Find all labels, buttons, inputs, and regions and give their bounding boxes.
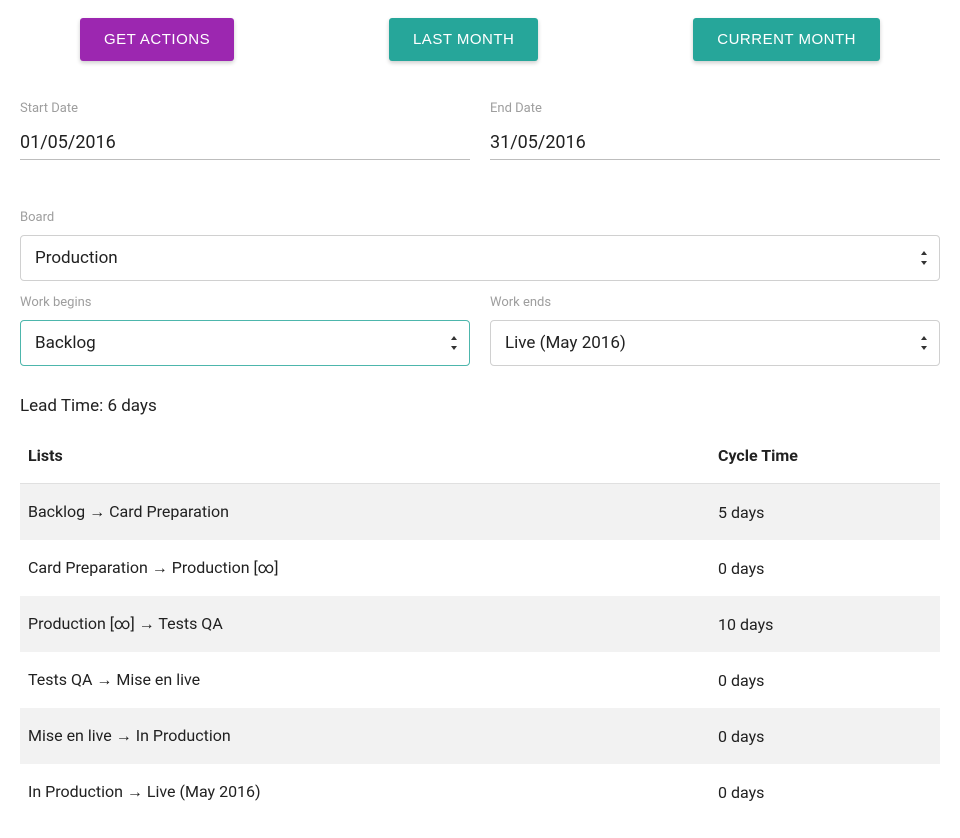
table-row: Production [∞] → Tests QA10 days [20,596,940,652]
work-range-row: Work begins Backlog Work ends Live (May … [20,295,940,366]
board-label: Board [20,210,940,225]
end-date-label: End Date [490,101,940,116]
work-ends-select[interactable]: Live (May 2016) [490,320,940,366]
board-select-value: Production [35,248,925,268]
table-row: Backlog → Card Preparation5 days [20,484,940,541]
work-ends-value: Live (May 2016) [505,333,925,353]
lists-cell: Tests QA → Mise en live [20,652,710,708]
table-row: Tests QA → Mise en live0 days [20,652,940,708]
list-to: Live (May 2016) [147,782,261,801]
arrow-icon: → [135,614,159,633]
lists-cell: Backlog → Card Preparation [20,484,710,541]
arrow-icon: → [112,726,136,745]
cycle-time-cell: 0 days [710,708,940,764]
table-header-lists: Lists [20,434,710,484]
work-ends-field: Work ends Live (May 2016) [490,295,940,366]
table-header-cycle-time: Cycle Time [710,434,940,484]
lists-cell: Card Preparation → Production [∞] [20,540,710,596]
list-from: Card Preparation [28,558,148,577]
list-to: Production [∞] [172,558,279,577]
lead-time-label: Lead Time: [20,396,107,416]
work-begins-select[interactable]: Backlog [20,320,470,366]
list-to: Mise en live [116,670,200,689]
list-from: Production [∞] [28,614,135,633]
table-row: Card Preparation → Production [∞]0 days [20,540,940,596]
list-from: Mise en live [28,726,112,745]
arrow-icon: → [92,670,116,689]
cycle-time-cell: 5 days [710,484,940,541]
end-date-input[interactable] [490,126,940,160]
lead-time: Lead Time: 6 days [20,396,940,416]
list-from: Tests QA [28,670,92,689]
cycle-time-cell: 0 days [710,652,940,708]
table-row: Mise en live → In Production0 days [20,708,940,764]
board-section: Board Production [20,210,940,281]
list-to: Tests QA [158,614,222,633]
lists-cell: Production [∞] → Tests QA [20,596,710,652]
lists-cell: Mise en live → In Production [20,708,710,764]
cycle-time-cell: 10 days [710,596,940,652]
action-button-row: GET ACTIONS LAST MONTH CURRENT MONTH [20,18,940,61]
start-date-field: Start Date [20,101,470,160]
board-select[interactable]: Production [20,235,940,281]
list-to: Card Preparation [109,502,229,521]
cycle-time-table: Lists Cycle Time Backlog → Card Preparat… [20,434,940,820]
arrow-icon: → [123,782,147,801]
arrow-icon: → [148,558,172,577]
start-date-input[interactable] [20,126,470,160]
list-from: Backlog [28,502,85,521]
work-ends-label: Work ends [490,295,940,310]
table-row: In Production → Live (May 2016)0 days [20,764,940,820]
last-month-button[interactable]: LAST MONTH [389,18,538,61]
start-date-label: Start Date [20,101,470,116]
list-to: In Production [136,726,231,745]
work-begins-value: Backlog [35,333,455,353]
lists-cell: In Production → Live (May 2016) [20,764,710,820]
date-range-row: Start Date End Date [20,101,940,160]
cycle-time-cell: 0 days [710,764,940,820]
end-date-field: End Date [490,101,940,160]
list-from: In Production [28,782,123,801]
cycle-time-cell: 0 days [710,540,940,596]
work-begins-label: Work begins [20,295,470,310]
current-month-button[interactable]: CURRENT MONTH [693,18,880,61]
arrow-icon: → [85,502,109,521]
table-body: Backlog → Card Preparation5 daysCard Pre… [20,484,940,821]
get-actions-button[interactable]: GET ACTIONS [80,18,234,61]
work-begins-field: Work begins Backlog [20,295,470,366]
lead-time-value: 6 days [107,396,156,416]
